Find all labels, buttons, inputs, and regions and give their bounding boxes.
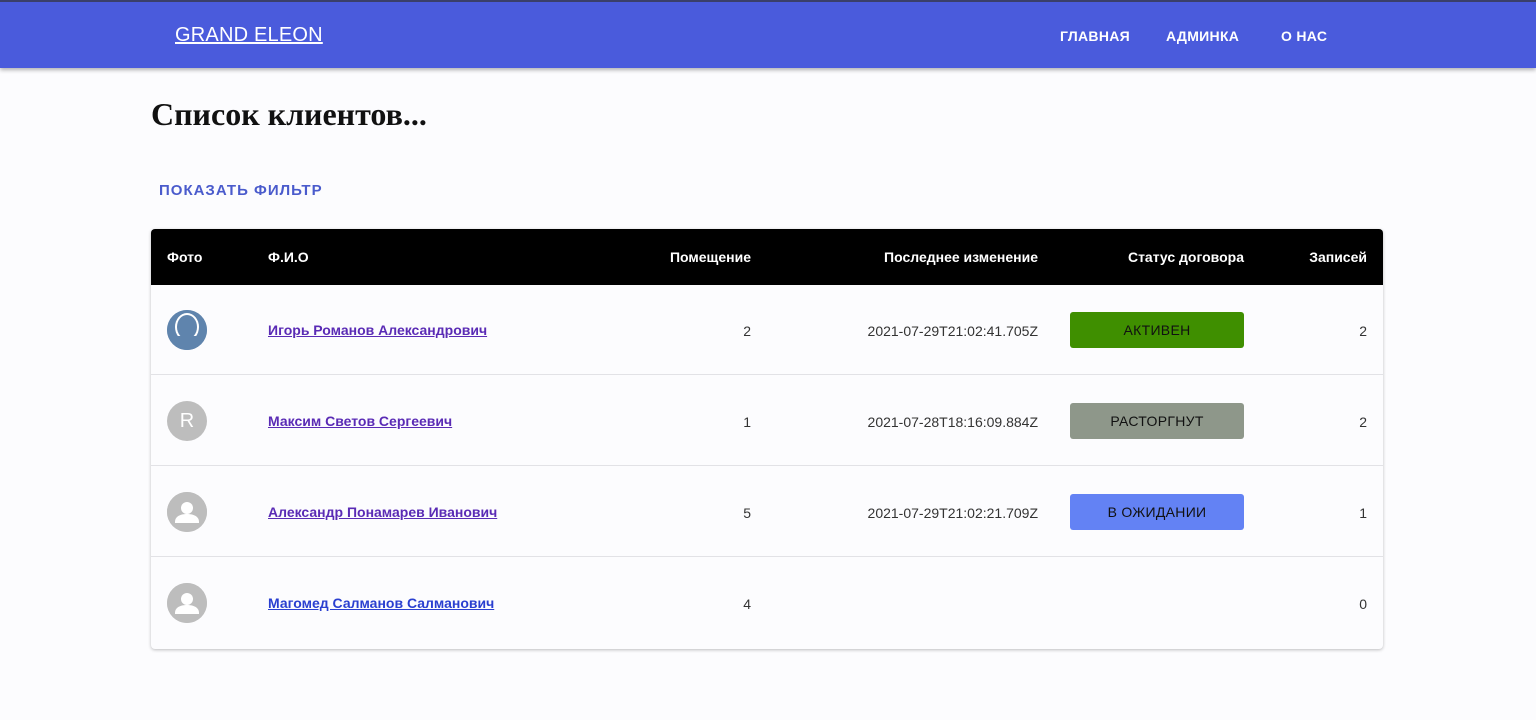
person-icon	[167, 492, 207, 532]
room-value: 2	[743, 323, 751, 339]
show-filter-button[interactable]: ПОКАЗАТЬ ФИЛЬТР	[159, 182, 323, 199]
column-header-photo[interactable]: Фото	[167, 249, 202, 265]
person-icon	[167, 583, 207, 623]
records-count: 1	[1359, 505, 1367, 521]
records-count: 2	[1359, 323, 1367, 339]
client-name-link[interactable]: Максим Светов Сергеевич	[268, 413, 452, 429]
client-name-link[interactable]: Игорь Романов Александрович	[268, 322, 487, 338]
clients-table: Фото Ф.И.О Помещение Последнее изменение…	[151, 229, 1383, 649]
client-photo	[167, 310, 207, 350]
nav-item-home[interactable]: ГЛАВНАЯ	[1060, 28, 1130, 44]
room-value: 4	[743, 596, 751, 612]
client-name-link[interactable]: Магомед Салманов Салманович	[268, 595, 494, 611]
last-modified-value: 2021-07-29T21:02:21.709Z	[867, 505, 1038, 521]
last-modified-value: 2021-07-29T21:02:41.705Z	[867, 323, 1038, 339]
records-count: 2	[1359, 414, 1367, 430]
app-bar: GRAND ELEON ГЛАВНАЯ АДМИНКА О НАС	[0, 0, 1536, 68]
column-header-records[interactable]: Записей	[1309, 249, 1367, 265]
status-badge: В ОЖИДАНИИ	[1070, 494, 1244, 530]
table-header: Фото Ф.И.О Помещение Последнее изменение…	[151, 229, 1383, 285]
table-row: R Максим Светов Сергеевич 1 2021-07-28T1…	[151, 376, 1383, 466]
room-value: 1	[743, 414, 751, 430]
column-header-contract-status[interactable]: Статус договора	[1128, 249, 1244, 265]
table-row: Магомед Салманов Салманович 4 0	[151, 558, 1383, 648]
top-nav: ГЛАВНАЯ АДМИНКА О НАС	[0, 28, 1536, 48]
records-count: 0	[1359, 596, 1367, 612]
letter-avatar: R	[167, 401, 207, 441]
nav-item-about[interactable]: О НАС	[1281, 28, 1327, 44]
column-header-last-modified[interactable]: Последнее изменение	[884, 249, 1038, 265]
last-modified-value: 2021-07-28T18:16:09.884Z	[867, 414, 1038, 430]
client-name-link[interactable]: Александр Понамарев Иванович	[268, 504, 497, 520]
column-header-room[interactable]: Помещение	[670, 249, 751, 265]
room-value: 5	[743, 505, 751, 521]
table-row: Александр Понамарев Иванович 5 2021-07-2…	[151, 467, 1383, 557]
status-badge: АКТИВЕН	[1070, 312, 1244, 348]
column-header-name[interactable]: Ф.И.О	[268, 249, 309, 265]
status-badge: РАСТОРГНУТ	[1070, 403, 1244, 439]
avatar-letter: R	[179, 410, 195, 432]
table-row: Игорь Романов Александрович 2 2021-07-29…	[151, 285, 1383, 375]
nav-item-admin[interactable]: АДМИНКА	[1166, 28, 1239, 44]
page-title: Список клиентов...	[151, 96, 427, 132]
